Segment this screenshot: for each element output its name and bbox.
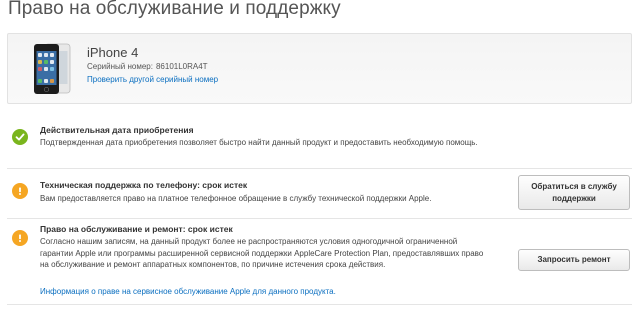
divider: [7, 168, 632, 169]
product-name: iPhone 4: [87, 45, 139, 60]
section-text: Подтвержденная дата приобретения позволя…: [40, 138, 478, 147]
request-repair-button[interactable]: Запросить ремонт: [518, 249, 630, 271]
product-card: iPhone 4 Серийный номер: 86101L0RA4T Пров…: [7, 33, 632, 104]
page-title: Право на обслуживание и поддержку: [8, 0, 341, 19]
section-text: Согласно нашим записям, на данный продук…: [40, 237, 484, 269]
section-title: Действительная дата приобретения: [40, 125, 194, 135]
contact-support-button[interactable]: Обратиться в службу поддержки: [518, 175, 630, 210]
serial-value: 86101L0RA4T: [155, 62, 208, 71]
repair-coverage-section: Право на обслуживание и ремонт: срок ист…: [7, 222, 632, 302]
service-coverage-info-link[interactable]: Информация о праве на сервисное обслужив…: [40, 287, 336, 296]
phone-support-section: Техническая поддержка по телефону: срок …: [7, 172, 632, 216]
purchase-date-section: Действительная дата приобретения Подтвер…: [7, 120, 632, 165]
divider: [7, 218, 632, 219]
serial-label: Серийный номер:: [87, 62, 153, 71]
section-text: Вам предоставляется право на платное тел…: [40, 194, 432, 203]
divider: [7, 304, 632, 305]
section-title: Право на обслуживание и ремонт: срок ист…: [40, 224, 233, 234]
check-other-serial-link[interactable]: Проверить другой серийный номер: [87, 75, 218, 84]
section-link-wrapper: Информация о праве на сервисное обслужив…: [40, 286, 500, 298]
iphone-image: [34, 43, 71, 94]
serial-number: Серийный номер: 86101L0RA4T: [87, 62, 208, 71]
warning-icon: [12, 183, 28, 199]
section-title: Техническая поддержка по телефону: срок …: [40, 180, 248, 190]
check-icon: [12, 129, 28, 145]
warning-icon: [12, 230, 28, 246]
